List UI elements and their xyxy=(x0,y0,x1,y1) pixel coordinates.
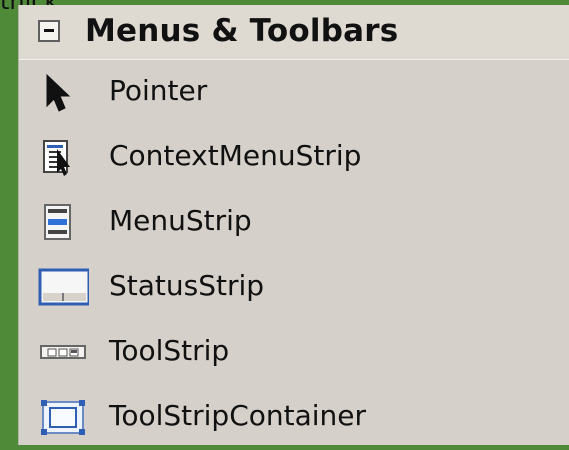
pointer-label: Pointer xyxy=(109,74,208,107)
toolbox-panel: Menus & Toolbars Pointer ContextMenuStri… xyxy=(18,5,569,445)
toolbox-item-pointer[interactable]: Pointer xyxy=(19,60,569,125)
menu-strip-icon xyxy=(37,203,89,243)
toolstrip-label: ToolStrip xyxy=(109,334,230,367)
tool-strip-container-icon xyxy=(37,398,89,438)
statusstrip-label: StatusStrip xyxy=(109,269,265,302)
toolbox-items: Pointer ContextMenuStrip MenuStrip Statu… xyxy=(19,60,569,450)
toolbox-item-menustrip[interactable]: MenuStrip xyxy=(19,190,569,255)
toolbox-item-statusstrip[interactable]: StatusStrip xyxy=(19,255,569,320)
pointer-icon xyxy=(37,73,89,113)
contextmenustrip-label: ContextMenuStrip xyxy=(109,139,362,172)
status-strip-icon xyxy=(37,268,91,308)
menustrip-label: MenuStrip xyxy=(109,204,252,237)
toolbox-item-contextmenustrip[interactable]: ContextMenuStrip xyxy=(19,125,569,190)
menus-toolbars-group-header[interactable]: Menus & Toolbars xyxy=(19,5,569,60)
toolbox-item-toolstrip[interactable]: ToolStrip xyxy=(19,320,569,385)
context-menu-strip-icon xyxy=(37,138,89,178)
collapse-icon[interactable] xyxy=(38,20,60,42)
group-title: Menus & Toolbars xyxy=(85,13,399,49)
tool-strip-icon xyxy=(37,333,89,373)
toolstripcontainer-label: ToolStripContainer xyxy=(109,399,367,432)
toolbox-item-toolstripcontainer[interactable]: ToolStripContainer xyxy=(19,385,569,450)
